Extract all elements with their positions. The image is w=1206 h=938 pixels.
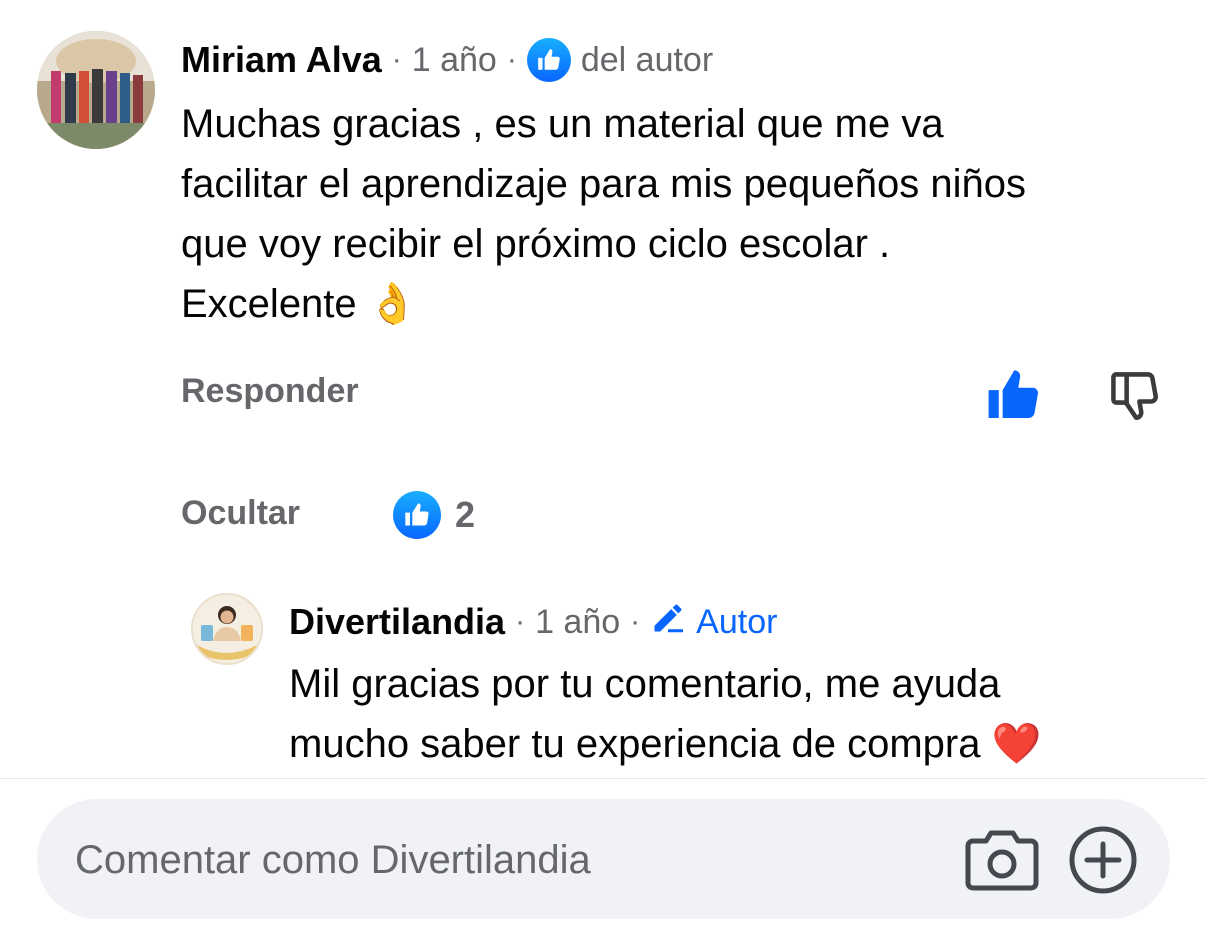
separator-dot: · bbox=[515, 605, 526, 638]
dislike-icon bbox=[1108, 372, 1160, 428]
reply-text-line: mucho saber tu experiencia de compra ❤️ bbox=[289, 722, 1042, 766]
comment-text-line: Excelente 👌 bbox=[181, 282, 418, 326]
like-button[interactable] bbox=[985, 366, 1043, 424]
comment-timestamp[interactable]: 1 año bbox=[412, 41, 497, 80]
reply-author-name[interactable]: Divertilandia bbox=[289, 601, 505, 643]
reaction-count: 2 bbox=[455, 494, 476, 535]
comment-input[interactable] bbox=[73, 827, 937, 893]
author-badge-label: Autor bbox=[696, 602, 778, 641]
comment-text: Muchas gracias , es un material que me v… bbox=[181, 94, 1191, 334]
avatar-divertilandia[interactable] bbox=[191, 593, 263, 665]
comment-composer bbox=[37, 799, 1170, 919]
separator-dot: · bbox=[630, 605, 641, 638]
comment-text-line: Muchas gracias , es un material que me v… bbox=[181, 102, 944, 146]
comment-text-line: que voy recibir el próximo ciclo escolar… bbox=[181, 222, 891, 266]
author-reaction-label: del autor bbox=[580, 40, 714, 79]
author-badge: Autor bbox=[650, 600, 777, 645]
dislike-button[interactable] bbox=[1108, 366, 1160, 424]
separator-dot: · bbox=[391, 43, 402, 76]
hide-replies-button[interactable]: Ocultar bbox=[181, 494, 300, 533]
edit-pencil-icon bbox=[650, 600, 696, 645]
add-attachment-button[interactable] bbox=[1068, 825, 1138, 895]
like-icon bbox=[526, 38, 571, 82]
camera-icon bbox=[965, 830, 1039, 897]
reply-text-line: Mil gracias por tu comentario, me ayuda bbox=[289, 662, 1001, 706]
reply-header: Divertilandia · 1 año · Autor bbox=[289, 598, 777, 646]
comment-header: Miriam Alva · 1 año · del autor bbox=[181, 36, 713, 84]
avatar-miriam-alva[interactable] bbox=[37, 31, 155, 149]
reply-timestamp[interactable]: 1 año bbox=[535, 603, 620, 642]
like-icon bbox=[985, 370, 1043, 428]
separator-dot: · bbox=[506, 43, 517, 76]
camera-button[interactable] bbox=[965, 825, 1039, 893]
reply-button[interactable]: Responder bbox=[181, 372, 359, 411]
reaction-summary[interactable]: 2 bbox=[393, 491, 475, 539]
comment-author-name[interactable]: Miriam Alva bbox=[181, 39, 382, 81]
reply-text: Mil gracias por tu comentario, me ayuda … bbox=[289, 654, 1189, 774]
add-circle-icon bbox=[1068, 826, 1138, 899]
like-icon bbox=[393, 491, 441, 539]
comment-text-line: facilitar el aprendizaje para mis pequeñ… bbox=[181, 162, 1026, 206]
